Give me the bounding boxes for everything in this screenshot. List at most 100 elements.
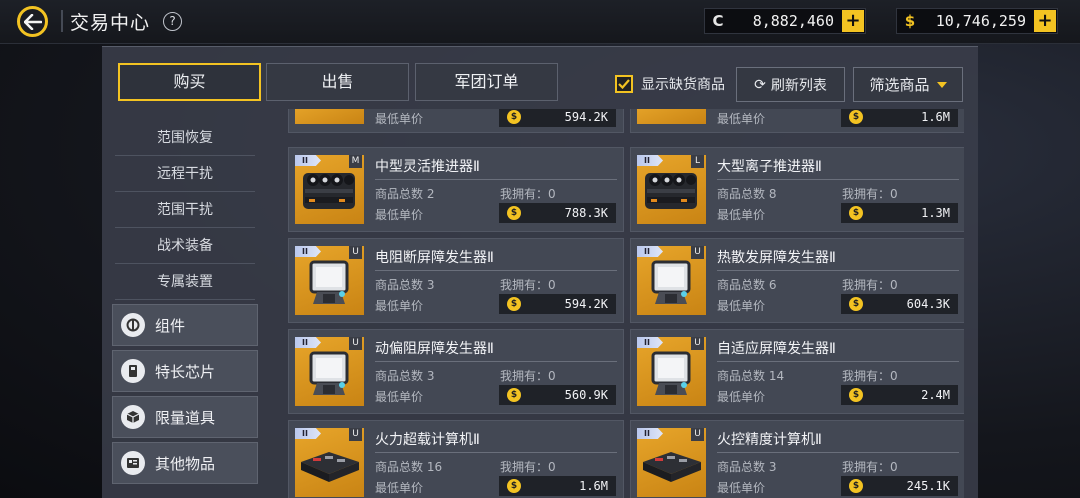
show-missing-checkbox[interactable]	[615, 75, 633, 93]
owned-label: 我拥有：	[842, 460, 891, 474]
item-owned: 我拥有：0	[500, 458, 556, 475]
divider	[717, 452, 959, 453]
total-value: 3	[768, 460, 777, 474]
item-card[interactable]: II U 自适应屏障发生器Ⅱ 商品总数 14 我拥有：0 最低单价 $2.4M	[630, 329, 964, 414]
tier-badge: II	[295, 428, 321, 439]
item-name: 自适应屏障发生器Ⅱ	[717, 341, 836, 357]
item-name: 热散发屏障发生器Ⅱ	[717, 250, 836, 266]
box-icon	[121, 405, 145, 429]
tab-legion-orders[interactable]: 军团订单	[415, 63, 558, 101]
total-label: 商品总数	[717, 187, 766, 201]
price-value: 604.3K	[906, 297, 950, 311]
item-thumbnail: II U	[295, 337, 364, 406]
sidebar-category-limited-items[interactable]: 限量道具	[112, 396, 258, 438]
coin-value: 10,746,259	[935, 12, 1026, 30]
divider	[375, 452, 617, 453]
item-card-partial[interactable]: 最低单价 $ 1.6M	[630, 109, 964, 133]
owned-label: 我拥有：	[842, 278, 891, 292]
item-card[interactable]: II U 热散发屏障发生器Ⅱ 商品总数 6 我拥有：0 最低单价 $604.3K	[630, 238, 964, 323]
item-card-partial[interactable]: 最低单价 $ 594.2K	[288, 109, 624, 133]
show-missing-label: 显示缺货商品	[641, 77, 725, 93]
item-card[interactable]: II L 大型离子推进器Ⅱ 商品总数 8 我拥有：0 最低单价 $1.3M	[630, 147, 964, 232]
lowest-price-label: 最低单价	[375, 390, 424, 404]
total-label: 商品总数	[375, 187, 424, 201]
item-owned: 我拥有：0	[500, 185, 556, 202]
total-label: 商品总数	[717, 369, 766, 383]
sidebar-category-components[interactable]: 组件	[112, 304, 258, 346]
top-bar: 交易中心 ? C 8,882,460 + $ 10,746,259 +	[0, 0, 1080, 44]
tab-buy[interactable]: 购买	[118, 63, 261, 101]
size-tag: M	[349, 155, 362, 168]
item-card[interactable]: II U 火控精度计算机Ⅱ 商品总数 3 我拥有：0 最低单价 $245.1K	[630, 420, 964, 498]
total-label: 商品总数	[717, 278, 766, 292]
sidebar-category-chips[interactable]: 特长芯片	[112, 350, 258, 392]
owned-value: 0	[548, 187, 556, 201]
refresh-list-button[interactable]: ⟳ 刷新列表	[736, 67, 845, 102]
credit-balance: C 8,882,460 +	[704, 8, 866, 34]
item-name: 火控精度计算机Ⅱ	[717, 432, 822, 448]
item-total: 商品总数 6	[717, 276, 776, 293]
refresh-label: 刷新列表	[770, 77, 827, 94]
item-name: 火力超载计算机Ⅱ	[375, 432, 480, 448]
sidebar-item-range-repair[interactable]: 范围恢复	[115, 119, 255, 156]
owned-value: 0	[890, 187, 898, 201]
coin-balance: $ 10,746,259 +	[896, 8, 1058, 34]
item-thumbnail: II U	[637, 337, 706, 406]
checkmark-icon	[618, 79, 630, 89]
sidebar-item-tactical-gear[interactable]: 战术装备	[115, 228, 255, 264]
sidebar-item-range-jamming[interactable]: 范围干扰	[115, 192, 255, 228]
item-owned: 我拥有：0	[842, 276, 898, 293]
category-label: 限量道具	[155, 408, 216, 427]
sidebar-category-other-items[interactable]: 其他物品	[112, 442, 258, 484]
item-grid: 最低单价 $ 594.2K 最低单价 $ 1.6M II M 中型灵活推进器Ⅱ 商品总…	[288, 109, 964, 498]
item-thumbnail: II U	[295, 246, 364, 315]
tier-badge: II	[637, 246, 663, 257]
total-value: 2	[426, 187, 435, 201]
coin-icon: $	[849, 388, 863, 402]
item-total: 商品总数 2	[375, 185, 434, 202]
item-thumbnail: II L	[637, 155, 706, 224]
divider	[375, 270, 617, 271]
divider	[61, 10, 63, 32]
owned-value: 0	[548, 278, 556, 292]
item-card[interactable]: II M 中型灵活推进器Ⅱ 商品总数 2 我拥有：0 最低单价 $788.3K	[288, 147, 624, 232]
add-coin-button[interactable]: +	[1034, 10, 1056, 32]
item-thumbnail	[295, 109, 364, 124]
show-missing-toggle[interactable]: 显示缺货商品	[615, 74, 725, 94]
item-total: 商品总数 16	[375, 458, 442, 475]
add-credit-button[interactable]: +	[842, 10, 864, 32]
tier-badge: II	[295, 337, 321, 348]
size-tag: U	[349, 246, 362, 259]
lowest-price-label: 最低单价	[717, 390, 766, 404]
price-value: 560.9K	[564, 388, 608, 402]
total-value: 3	[426, 369, 435, 383]
owned-label: 我拥有：	[842, 187, 891, 201]
item-name: 大型离子推进器Ⅱ	[717, 159, 822, 175]
item-owned: 我拥有：0	[500, 367, 556, 384]
item-total: 商品总数 8	[717, 185, 776, 202]
price-value: 594.2K	[564, 297, 608, 311]
price-value: 245.1K	[906, 479, 950, 493]
back-button[interactable]	[17, 6, 48, 37]
coin-icon: $	[507, 388, 521, 402]
category-sidebar: 范围恢复 远程干扰 范围干扰 战术装备 专属装置 组件 特长芯片 限量道具 其他…	[112, 119, 258, 498]
category-label: 其他物品	[155, 454, 216, 473]
tab-sell[interactable]: 出售	[266, 63, 409, 101]
item-card[interactable]: II U 动偏阻屏障发生器Ⅱ 商品总数 3 我拥有：0 最低单价 $560.9K	[288, 329, 624, 414]
coin-icon: $	[507, 110, 521, 124]
category-label: 组件	[155, 316, 186, 335]
item-card[interactable]: II U 电阻断屏障发生器Ⅱ 商品总数 3 我拥有：0 最低单价 $594.2K	[288, 238, 624, 323]
item-thumbnail: II U	[295, 428, 364, 497]
filter-dropdown[interactable]: 筛选商品	[853, 67, 963, 102]
price-box: $560.9K	[499, 385, 616, 405]
component-icon	[121, 313, 145, 337]
item-card[interactable]: II U 火力超载计算机Ⅱ 商品总数 16 我拥有：0 最低单价 $1.6M	[288, 420, 624, 498]
size-tag: L	[691, 155, 704, 168]
sidebar-item-remote-jamming[interactable]: 远程干扰	[115, 156, 255, 192]
divider	[375, 361, 617, 362]
refresh-icon: ⟳	[754, 76, 766, 93]
sidebar-item-exclusive-device[interactable]: 专属装置	[115, 264, 255, 300]
help-button[interactable]: ?	[163, 12, 182, 31]
owned-label: 我拥有：	[500, 187, 549, 201]
size-tag: U	[349, 428, 362, 441]
